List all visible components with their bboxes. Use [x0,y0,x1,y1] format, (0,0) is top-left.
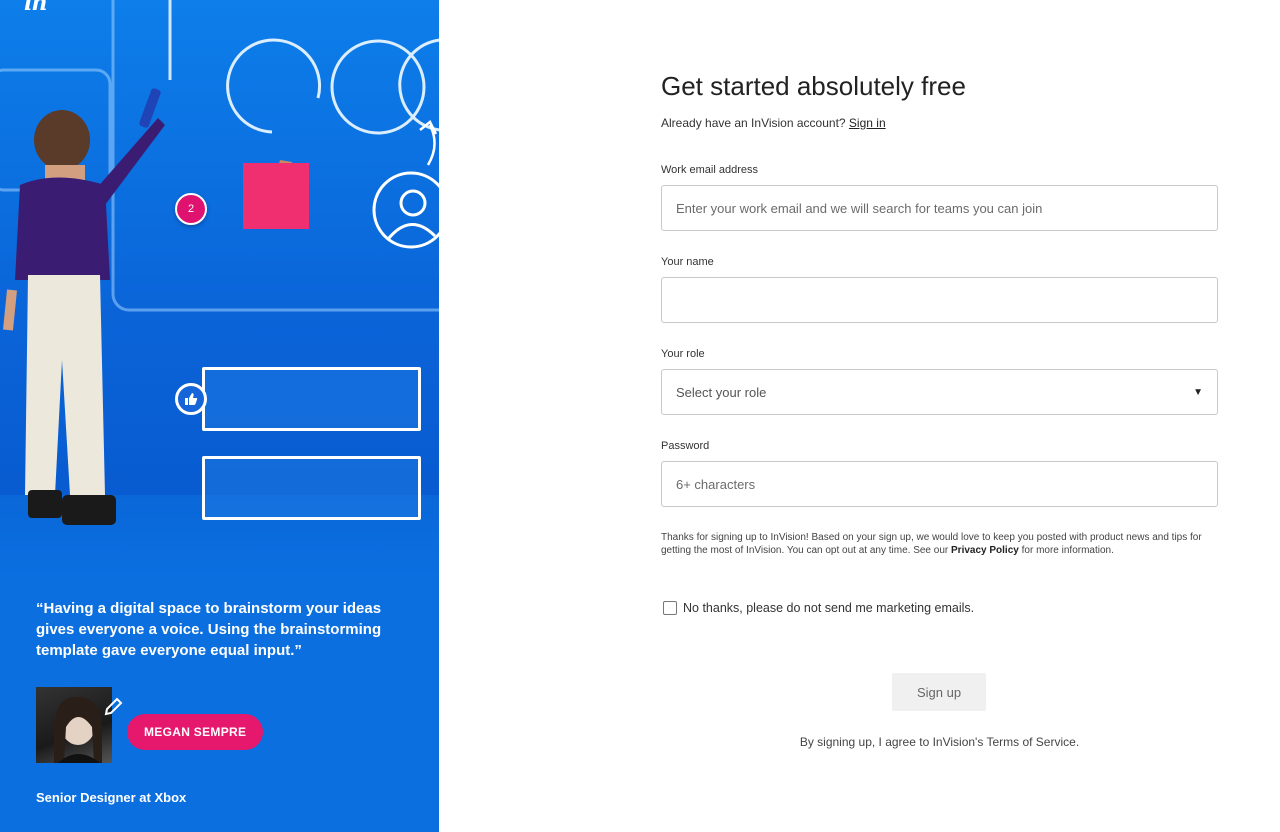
caret-down-icon: ▼ [1193,386,1203,398]
avatar [36,687,112,763]
illustration-card-bottom [202,456,421,520]
marketing-disclaimer: Thanks for signing up to InVision! Based… [661,532,1218,557]
disclaimer-text-end: for more information. [1021,544,1114,556]
privacy-policy-link[interactable]: Privacy Policy [951,545,1019,556]
password-field[interactable] [661,461,1218,507]
signup-button[interactable]: Sign up [892,673,986,711]
signin-link[interactable]: Sign in [849,116,886,130]
marketing-optout-label: No thanks, please do not send me marketi… [683,601,975,615]
testimonial-quote: “Having a digital space to brainstorm yo… [36,600,382,659]
role-select-value: Select your role [676,384,767,400]
invision-logo: in [24,0,47,16]
email-field[interactable] [661,185,1218,231]
author-name-badge: MEGAN SEMPRE [127,714,264,750]
illustration-card-top [202,367,421,431]
author-role: Senior Designer at Xbox [36,790,187,805]
role-label: Your role [661,348,705,360]
pink-sticky-note [243,163,309,229]
marketing-optout-checkbox[interactable] [663,601,677,615]
terms-text: By signing up, I agree to InVision's Ter… [799,735,1080,749]
hero-illustration: in 2 [0,0,439,575]
password-label: Password [661,440,710,452]
thumbs-up-icon [175,383,207,415]
disclaimer-text: Thanks for signing up to InVision! Based… [661,532,1202,556]
signin-prompt: Already have an InVision account? Sign i… [661,116,886,130]
name-label: Your name [661,256,714,268]
name-field[interactable] [661,277,1218,323]
email-label: Work email address [661,164,758,176]
testimonial-panel: in 2 “Having a digital space to brainsto… [0,0,439,832]
signin-prompt-text: Already have an InVision account? [661,116,846,130]
pencil-icon [103,697,123,722]
page-title: Get started absolutely free [661,71,966,101]
marketing-optout-row[interactable]: No thanks, please do not send me marketi… [663,601,974,615]
role-select[interactable]: Select your role ▼ [661,369,1218,415]
quote-section: “Having a digital space to brainstorm yo… [0,575,439,832]
comment-badge-icon: 2 [175,193,207,225]
